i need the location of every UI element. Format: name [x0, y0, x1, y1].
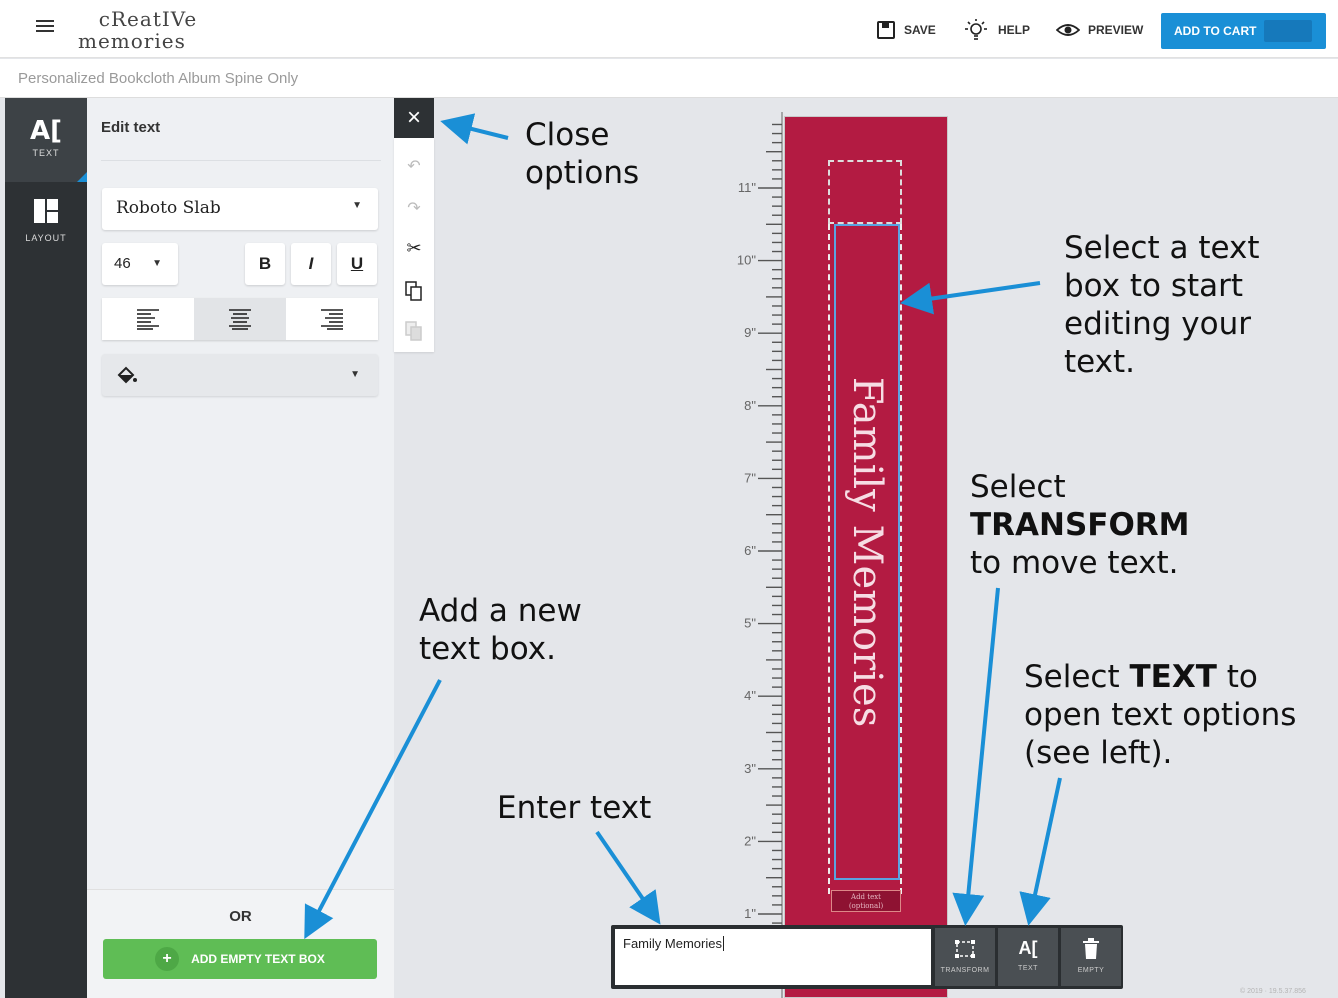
arrow-transform [952, 587, 1000, 926]
arrow-enter-text [595, 830, 661, 925]
arrow-select-box [900, 281, 1041, 315]
app-page: cReatIVe memories SAVE HELP PREVIEW ADD … [0, 0, 1338, 998]
arrow-add-new [304, 679, 442, 940]
annotation-arrows [304, 113, 1062, 940]
copyright-text: © 2019 · 19.5.37.856 [1240, 988, 1306, 995]
arrow-close [440, 113, 509, 145]
arrow-text-options [1019, 777, 1062, 926]
